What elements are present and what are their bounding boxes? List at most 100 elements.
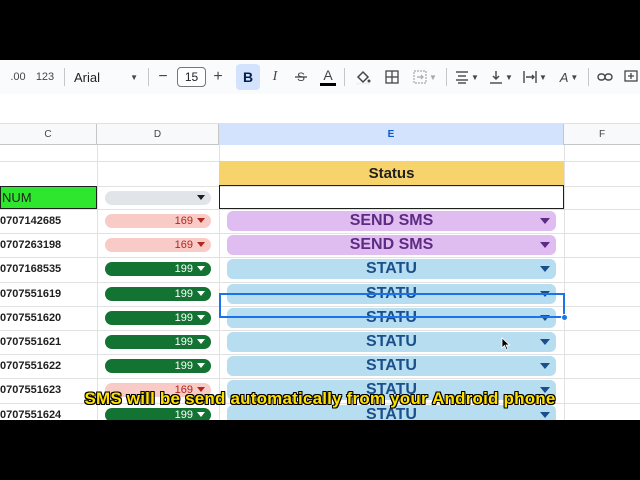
bold-button[interactable]: B [236, 64, 260, 90]
price-value: 199 [174, 360, 193, 372]
spreadsheet-window: .00 123 Arial ▼ − 15 + B I S A ▼ ▼ ▼ ▼ A… [0, 60, 640, 420]
price-dropdown-chip[interactable]: 199 [105, 408, 211, 420]
status-column-header[interactable]: Status [219, 161, 564, 186]
status-header-empty-cell[interactable] [219, 186, 564, 209]
column-label: D [153, 129, 162, 140]
dropdown-chip-empty[interactable] [105, 191, 211, 205]
column-header-d[interactable]: D [97, 124, 219, 145]
decrease-font-size-button[interactable]: − [154, 60, 172, 94]
column-label: E [387, 129, 395, 140]
increase-decimal-button[interactable]: .00 [8, 60, 28, 94]
video-caption: SMS will be send automatically from your… [84, 389, 556, 408]
price-dropdown-chip[interactable]: 199 [105, 335, 211, 349]
chevron-down-icon [540, 266, 550, 272]
price-value: 199 [174, 312, 193, 324]
text-rotation-icon: A [559, 69, 569, 85]
text-wrapping-button[interactable]: ▼ [520, 60, 550, 94]
price-dropdown-chip[interactable]: 199 [105, 262, 211, 276]
status-dropdown-chip[interactable]: STATU [227, 356, 556, 376]
font-family-select[interactable]: Arial ▼ [70, 60, 142, 94]
bold-icon: B [242, 69, 254, 85]
chevron-down-icon: ▼ [505, 72, 513, 82]
plus-icon: + [213, 68, 223, 85]
increase-decimal-label: .00 [10, 71, 26, 83]
borders-icon [385, 70, 399, 84]
status-value: STATU [366, 260, 417, 277]
chevron-down-icon: ▼ [570, 72, 579, 82]
chevron-down-icon [540, 339, 550, 345]
fill-color-button[interactable] [351, 60, 375, 94]
merge-cells-button[interactable]: ▼ [408, 60, 442, 94]
column-header-c[interactable]: C [0, 124, 97, 145]
column-header-e[interactable]: E [219, 124, 564, 145]
phone-number-cell[interactable]: 0707551621 [0, 330, 97, 354]
status-dropdown-chip[interactable]: SEND SMS [227, 211, 556, 231]
price-dropdown-chip[interactable]: 169 [105, 214, 211, 228]
price-dropdown-chip[interactable]: 199 [105, 311, 211, 325]
phone-number-cell[interactable]: 0707263198 [0, 233, 97, 257]
insert-link-button[interactable] [594, 60, 616, 94]
text-rotation-button[interactable]: A ▼ [554, 60, 584, 94]
status-dropdown-chip[interactable]: STATU [227, 259, 556, 279]
italic-icon: I [272, 69, 278, 84]
phone-number-cell[interactable]: 0707142685 [0, 209, 97, 233]
column-label: F [598, 129, 606, 140]
toolbar-divider [344, 68, 345, 86]
phone-number-cell[interactable]: 0707551620 [0, 306, 97, 330]
chevron-down-icon [540, 412, 550, 418]
borders-button[interactable] [381, 60, 403, 94]
selected-cell-outline [219, 293, 565, 318]
num-column-header[interactable]: NUM [0, 186, 97, 209]
price-dropdown-chip[interactable]: 199 [105, 287, 211, 301]
italic-button[interactable]: I [265, 60, 285, 94]
paint-bucket-icon [356, 70, 371, 85]
status-value: SEND SMS [349, 236, 434, 253]
status-dropdown-chip[interactable]: SEND SMS [227, 235, 556, 255]
sheet-grid[interactable]: Status NUM 0707142685 169 SEND SMS 07072631… [0, 145, 640, 420]
chevron-down-icon [540, 363, 550, 369]
font-family-value: Arial [74, 69, 101, 85]
chevron-down-icon [197, 291, 205, 296]
phone-number-cell[interactable]: 0707551619 [0, 282, 97, 306]
price-value: 199 [174, 336, 193, 348]
link-icon [597, 73, 613, 81]
horizontal-align-button[interactable]: ▼ [452, 60, 482, 94]
merge-cells-icon [413, 70, 427, 84]
column-header-f[interactable]: F [564, 124, 640, 145]
text-wrap-icon [523, 71, 537, 83]
chevron-down-icon: ▼ [539, 72, 547, 82]
status-value: STATU [366, 357, 417, 374]
strikethrough-button[interactable]: S [290, 60, 312, 94]
status-value: SEND SMS [349, 212, 434, 229]
phone-number-cell[interactable]: 0707551622 [0, 354, 97, 378]
align-center-icon [456, 71, 469, 84]
insert-comment-button[interactable] [620, 60, 640, 94]
phone-number-cell[interactable]: 0707168535 [0, 257, 97, 281]
formatting-toolbar: .00 123 Arial ▼ − 15 + B I S A ▼ ▼ ▼ ▼ A… [0, 60, 640, 94]
text-color-button[interactable]: A [317, 60, 339, 94]
chevron-down-icon [197, 218, 205, 223]
increase-font-size-button[interactable]: + [209, 60, 227, 94]
price-value: 199 [174, 409, 193, 420]
price-dropdown-chip[interactable]: 199 [105, 359, 211, 373]
font-size-input[interactable]: 15 [177, 67, 206, 87]
toolbar-divider [588, 68, 589, 86]
toolbar-divider [64, 68, 65, 86]
chevron-down-icon [197, 339, 205, 344]
add-comment-icon [624, 70, 638, 82]
price-dropdown-chip[interactable]: 169 [105, 238, 211, 252]
chevron-down-icon [197, 195, 205, 200]
fill-handle[interactable] [561, 314, 568, 321]
number-format-button[interactable]: 123 [34, 60, 56, 94]
column-header-row: C D E F [0, 124, 640, 145]
text-color-icon: A [323, 67, 333, 83]
vertical-align-button[interactable]: ▼ [486, 60, 516, 94]
strikethrough-icon: S [295, 70, 307, 84]
chevron-down-icon [197, 363, 205, 368]
column-label: C [44, 129, 52, 140]
text-color-swatch [320, 83, 336, 86]
toolbar-divider [148, 68, 149, 86]
chevron-down-icon: ▼ [429, 72, 437, 82]
chevron-down-icon [197, 266, 205, 271]
price-value: 169 [174, 239, 193, 251]
